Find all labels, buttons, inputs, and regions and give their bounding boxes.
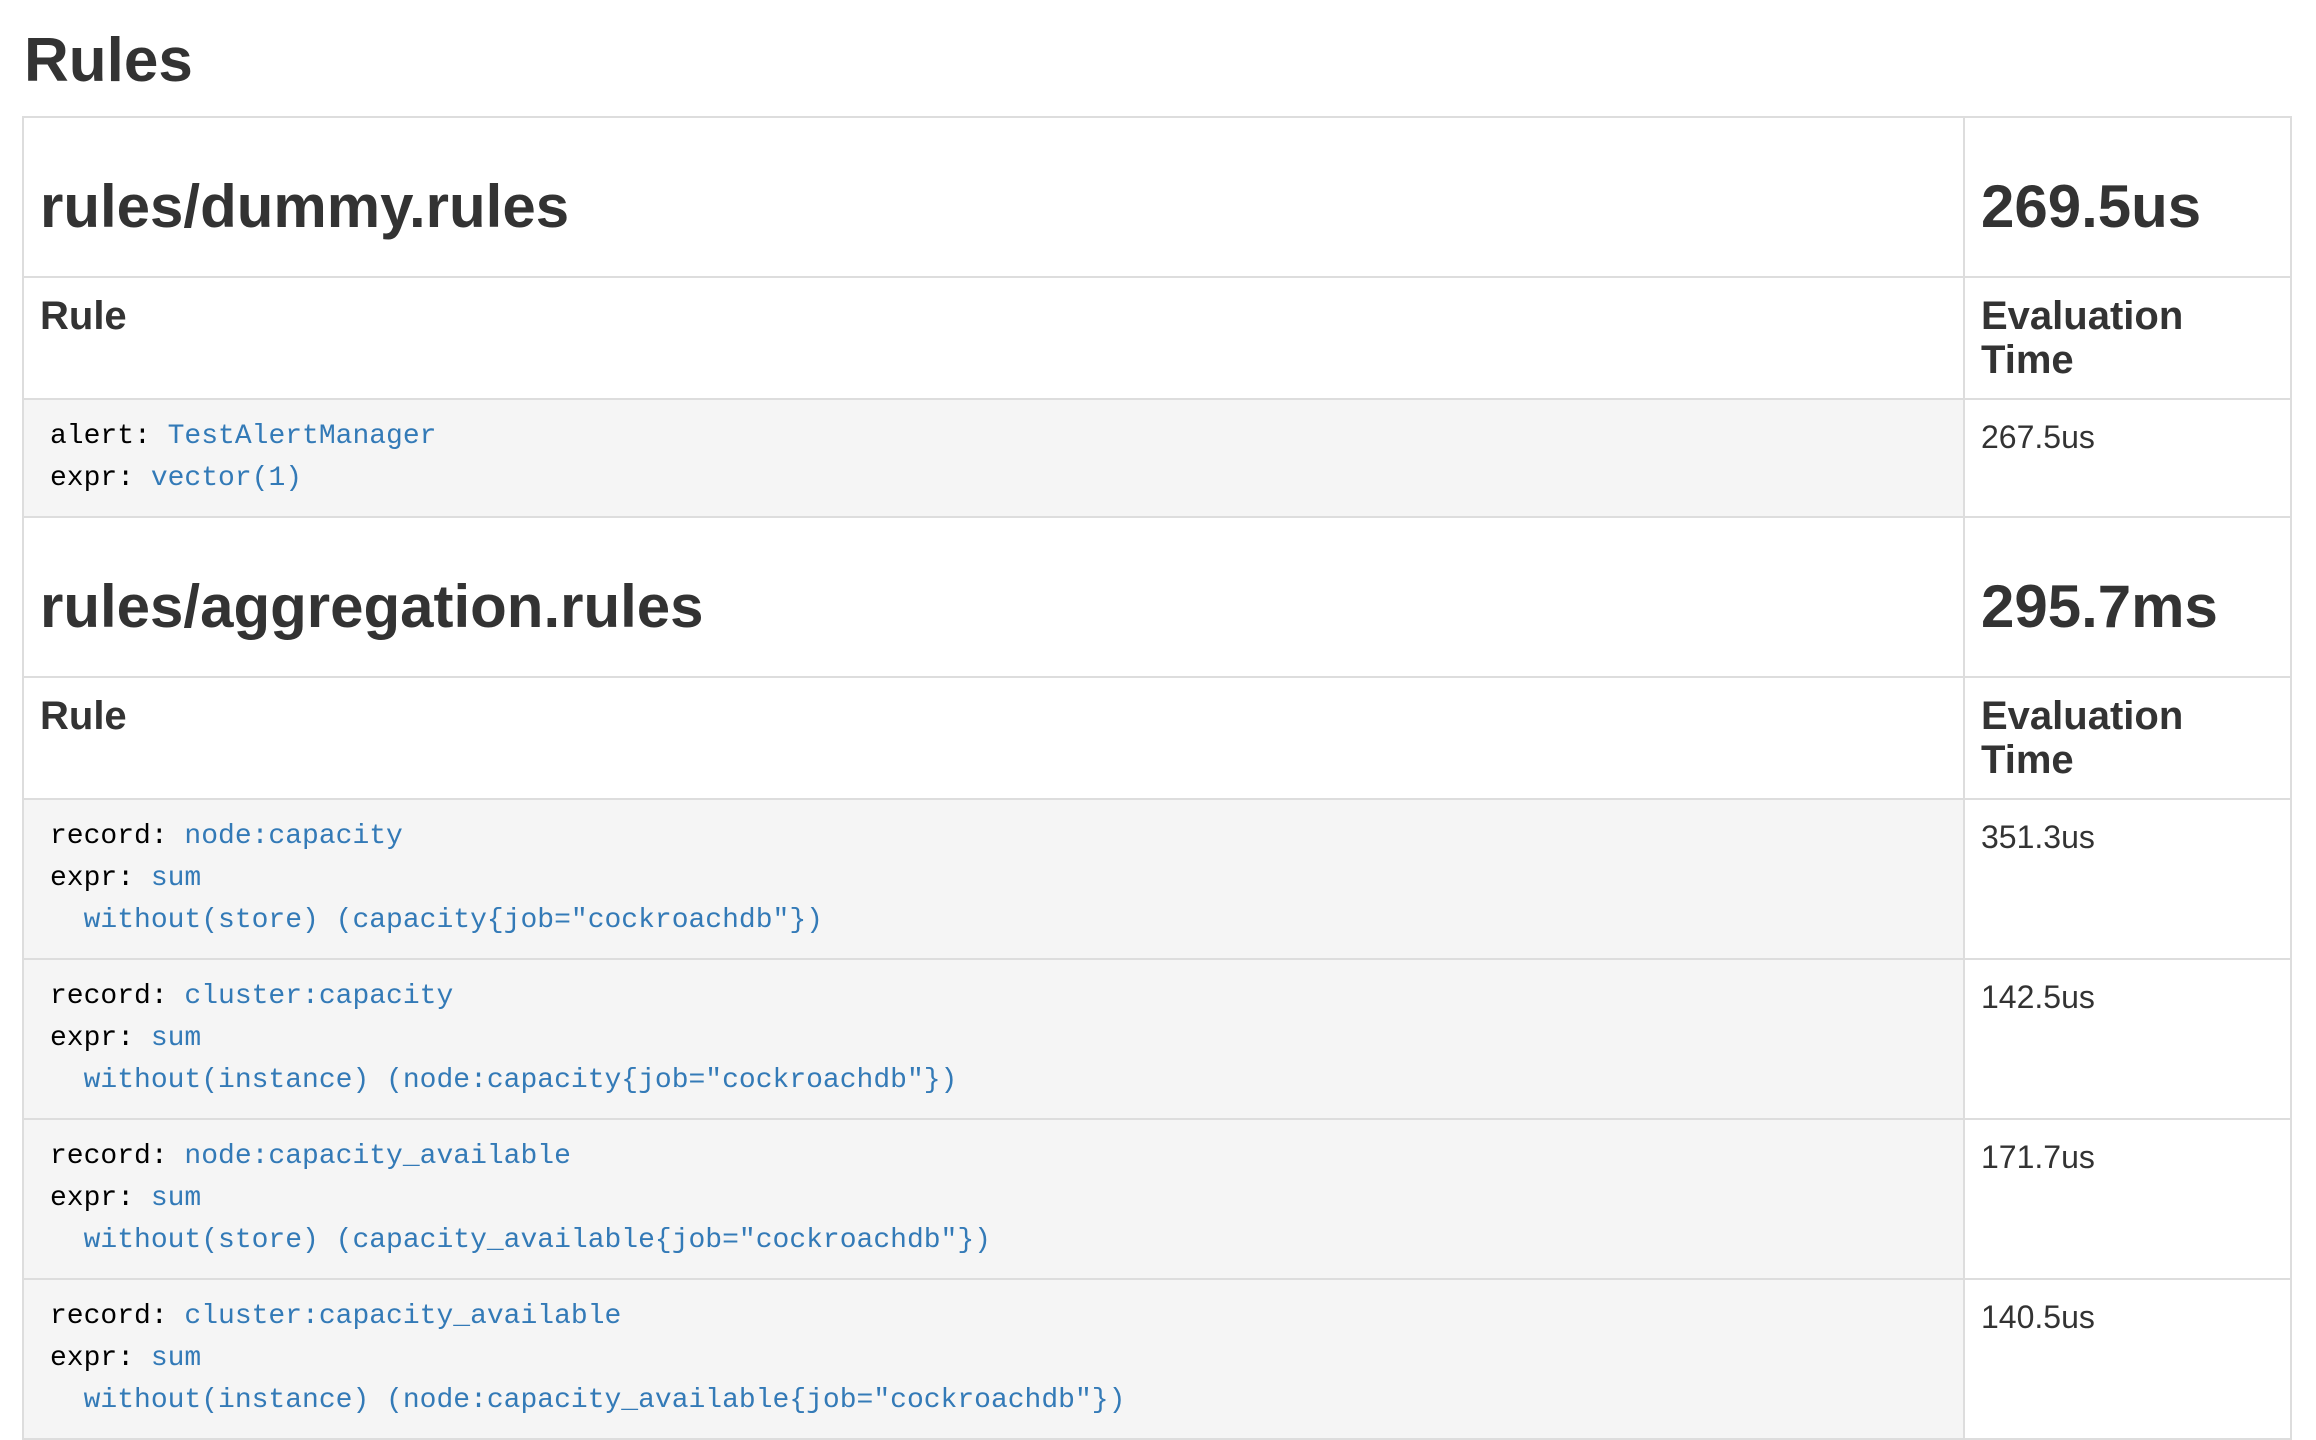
rule-expr-link[interactable]: sum without(instance) (node:capacity_ava… bbox=[50, 1343, 1125, 1416]
rule-name-link[interactable]: cluster:capacity_available bbox=[184, 1301, 621, 1332]
rule-group-row: rules/dummy.rules 269.5us bbox=[23, 117, 2291, 277]
evaluation-time-column-header: Evaluation Time bbox=[1964, 277, 2291, 399]
rule-cell: record: cluster:capacity expr: sum witho… bbox=[23, 959, 1964, 1119]
rule-group-row: rules/aggregation.rules 295.7ms bbox=[23, 517, 2291, 677]
rule-group-time-cell: 295.7ms bbox=[1964, 517, 2291, 677]
rule-keyword: record: bbox=[50, 981, 184, 1012]
rule-row: record: cluster:capacity_available expr:… bbox=[23, 1279, 2291, 1439]
rule-cell: alert: TestAlertManager expr: vector(1) bbox=[23, 399, 1964, 517]
rule-name-link[interactable]: TestAlertManager bbox=[168, 421, 437, 452]
expr-keyword: expr: bbox=[50, 1343, 151, 1374]
rule-code: record: node:capacity expr: sum without(… bbox=[50, 816, 1947, 942]
rule-group-evaluation-time: 295.7ms bbox=[1981, 574, 2274, 640]
rule-cell: record: node:capacity_available expr: su… bbox=[23, 1119, 1964, 1279]
rule-keyword: record: bbox=[50, 821, 184, 852]
evaluation-time-column-header: Evaluation Time bbox=[1964, 677, 2291, 799]
rule-group-file-cell: rules/aggregation.rules bbox=[23, 517, 1964, 677]
rules-page: Rules rules/dummy.rules269.5usRuleEvalua… bbox=[0, 0, 2316, 1440]
rule-keyword: alert: bbox=[50, 421, 168, 452]
rule-code: record: cluster:capacity_available expr:… bbox=[50, 1296, 1947, 1422]
rule-code: record: node:capacity_available expr: su… bbox=[50, 1136, 1947, 1262]
rule-code: alert: TestAlertManager expr: vector(1) bbox=[50, 416, 1947, 500]
rule-evaluation-time: 351.3us bbox=[1964, 799, 2291, 959]
rule-column-header: Rule bbox=[23, 277, 1964, 399]
rule-name-link[interactable]: node:capacity_available bbox=[184, 1141, 570, 1172]
rule-expr-link[interactable]: vector(1) bbox=[151, 463, 302, 494]
expr-keyword: expr: bbox=[50, 1183, 151, 1214]
rule-cell: record: node:capacity expr: sum without(… bbox=[23, 799, 1964, 959]
rule-cell: record: cluster:capacity_available expr:… bbox=[23, 1279, 1964, 1439]
rule-row: record: cluster:capacity expr: sum witho… bbox=[23, 959, 2291, 1119]
rule-group-file: rules/dummy.rules bbox=[40, 174, 1947, 240]
rule-row: record: node:capacity_available expr: su… bbox=[23, 1119, 2291, 1279]
rule-group-time-cell: 269.5us bbox=[1964, 117, 2291, 277]
rule-group-evaluation-time: 269.5us bbox=[1981, 174, 2274, 240]
page-title: Rules bbox=[24, 28, 2292, 94]
rule-evaluation-time: 267.5us bbox=[1964, 399, 2291, 517]
rule-table-header-row: RuleEvaluation Time bbox=[23, 677, 2291, 799]
rule-expr-link[interactable]: sum without(store) (capacity{job="cockro… bbox=[50, 863, 823, 936]
rule-evaluation-time: 171.7us bbox=[1964, 1119, 2291, 1279]
expr-keyword: expr: bbox=[50, 863, 151, 894]
rule-evaluation-time: 142.5us bbox=[1964, 959, 2291, 1119]
rule-expr-link[interactable]: sum without(instance) (node:capacity{job… bbox=[50, 1023, 957, 1096]
rule-evaluation-time: 140.5us bbox=[1964, 1279, 2291, 1439]
rule-expr-link[interactable]: sum without(store) (capacity_available{j… bbox=[50, 1183, 991, 1256]
rule-code: record: cluster:capacity expr: sum witho… bbox=[50, 976, 1947, 1102]
rule-table-header-row: RuleEvaluation Time bbox=[23, 277, 2291, 399]
rule-keyword: record: bbox=[50, 1141, 184, 1172]
rule-group-file: rules/aggregation.rules bbox=[40, 574, 1947, 640]
rule-row: record: node:capacity expr: sum without(… bbox=[23, 799, 2291, 959]
rule-row: alert: TestAlertManager expr: vector(1)2… bbox=[23, 399, 2291, 517]
rule-group-file-cell: rules/dummy.rules bbox=[23, 117, 1964, 277]
expr-keyword: expr: bbox=[50, 1023, 151, 1054]
rule-column-header: Rule bbox=[23, 677, 1964, 799]
expr-keyword: expr: bbox=[50, 463, 151, 494]
rule-name-link[interactable]: cluster:capacity bbox=[184, 981, 453, 1012]
rule-name-link[interactable]: node:capacity bbox=[184, 821, 402, 852]
rule-keyword: record: bbox=[50, 1301, 184, 1332]
rules-table: rules/dummy.rules269.5usRuleEvaluation T… bbox=[22, 116, 2292, 1440]
